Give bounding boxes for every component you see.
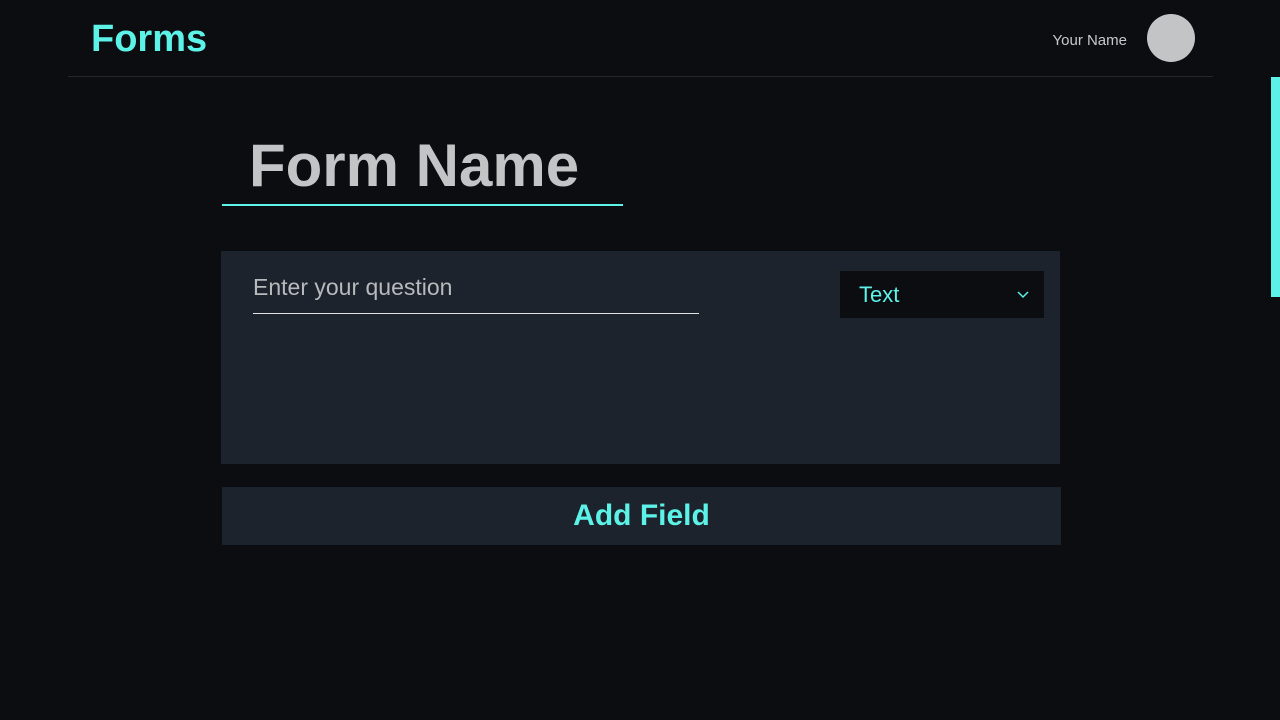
question-input-wrapper xyxy=(253,267,699,314)
form-name-input[interactable] xyxy=(222,126,623,204)
question-input[interactable] xyxy=(253,267,699,307)
add-field-button[interactable]: Add Field xyxy=(222,487,1061,545)
form-name-field xyxy=(222,126,623,206)
question-type-select[interactable]: Text xyxy=(840,271,1044,318)
top-header: Forms Your Name xyxy=(68,0,1213,77)
user-name: Your Name xyxy=(1052,32,1128,49)
question-card: Text xyxy=(221,251,1060,464)
chevron-down-icon xyxy=(1017,291,1029,299)
avatar[interactable] xyxy=(1147,14,1195,62)
scrollbar-thumb[interactable] xyxy=(1271,77,1280,297)
app-title[interactable]: Forms xyxy=(91,17,207,61)
forms-page: Forms Your Name Text Add Field xyxy=(0,0,1280,720)
question-type-selected: Text xyxy=(859,282,900,307)
